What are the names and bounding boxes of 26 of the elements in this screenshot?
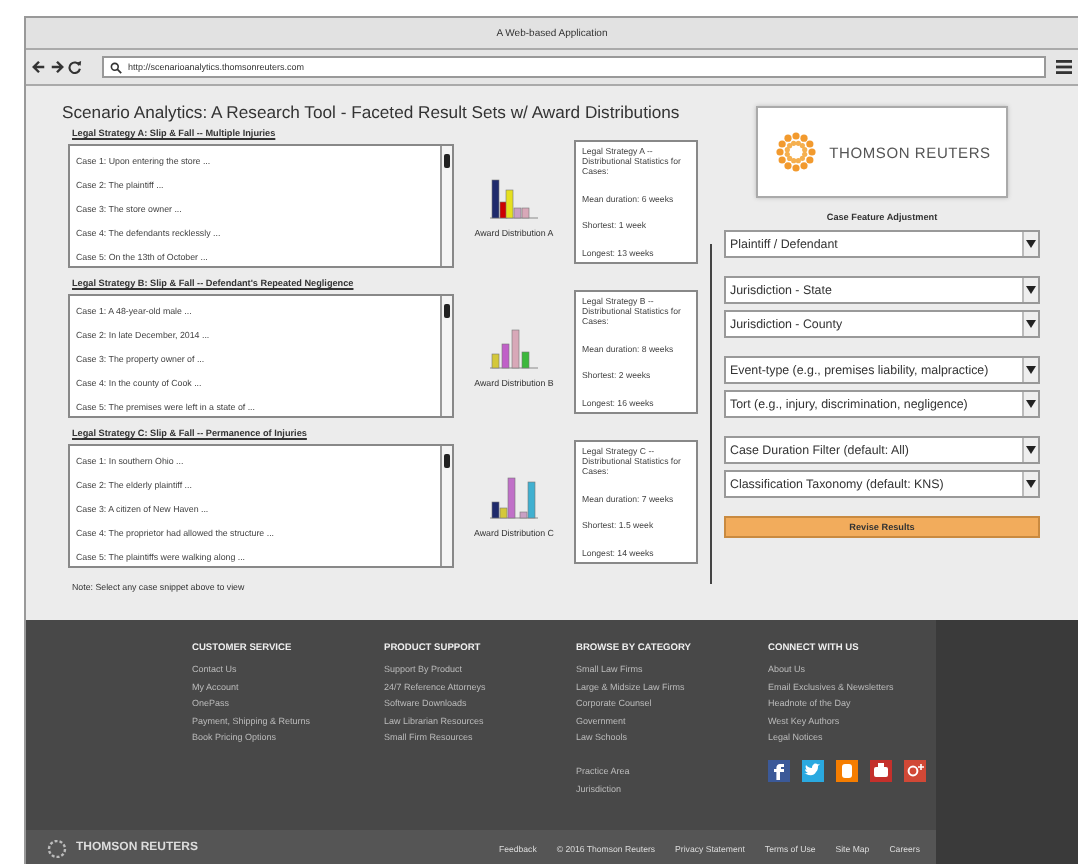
caret-icon[interactable] bbox=[1022, 232, 1038, 256]
caret-icon[interactable] bbox=[1022, 358, 1038, 382]
facebook-icon[interactable] bbox=[768, 759, 790, 782]
video-icon[interactable] bbox=[870, 759, 892, 782]
back-icon[interactable] bbox=[32, 60, 46, 74]
caret-icon[interactable] bbox=[1022, 472, 1038, 496]
caret-icon[interactable] bbox=[1022, 312, 1038, 336]
globe-icon bbox=[46, 839, 68, 857]
reload-icon[interactable] bbox=[68, 60, 82, 74]
forward-icon[interactable] bbox=[50, 60, 64, 74]
logo-icon bbox=[773, 130, 818, 174]
plus-icon[interactable] bbox=[904, 759, 926, 782]
bird-icon[interactable] bbox=[802, 759, 824, 782]
blog-icon[interactable] bbox=[836, 759, 858, 782]
scrollbar[interactable] bbox=[440, 446, 452, 566]
bar-chart-icon bbox=[490, 324, 538, 372]
search-icon bbox=[110, 61, 122, 73]
bar-chart-icon bbox=[490, 474, 538, 522]
caret-icon[interactable] bbox=[1022, 438, 1038, 462]
caret-icon[interactable] bbox=[1022, 392, 1038, 416]
bar-chart-icon bbox=[490, 174, 538, 222]
menu-icon[interactable] bbox=[1056, 60, 1072, 74]
caret-icon[interactable] bbox=[1022, 278, 1038, 302]
page-heading: Scenario Analytics: A Research Tool - Faceted Result Sets w/ Award Distributions bbox=[62, 100, 680, 124]
scrollbar[interactable] bbox=[440, 146, 452, 266]
scrollbar[interactable] bbox=[440, 296, 452, 416]
